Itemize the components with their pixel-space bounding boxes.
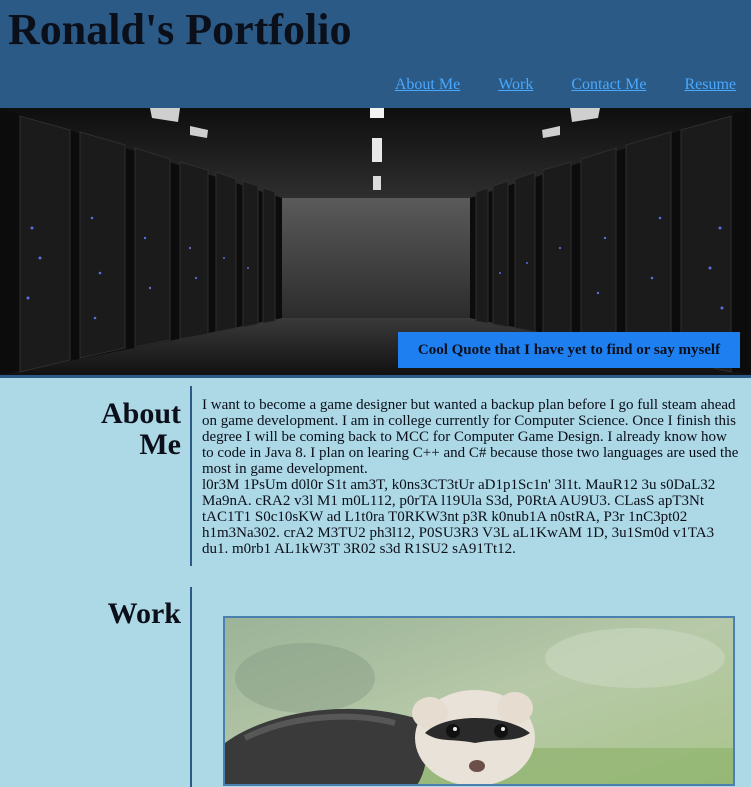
nav-link-work[interactable]: Work — [498, 76, 533, 94]
hero-banner: Cool Quote that I have yet to find or sa… — [0, 108, 751, 378]
work-heading: Work — [107, 597, 181, 630]
about-text: I want to become a game designer but wan… — [202, 397, 742, 557]
ferret-photo — [223, 616, 735, 786]
site-header: Ronald's Portfolio About Me Work Contact… — [0, 0, 751, 108]
about-heading-line2: Me — [139, 428, 181, 461]
site-title: Ronald's Portfolio — [8, 5, 352, 54]
hero-quote: Cool Quote that I have yet to find or sa… — [398, 332, 740, 368]
work-divider — [190, 587, 192, 787]
about-divider — [190, 386, 192, 566]
about-heading-line1: About — [100, 397, 181, 430]
nav-link-contact-me[interactable]: Contact Me — [571, 76, 646, 94]
top-nav: About Me Work Contact Me Resume — [357, 76, 736, 94]
ferret-illustration — [225, 618, 733, 784]
about-filler-text: l0r3M 1PsUm d0l0r S1t am3T, k0ns3CT3tUr … — [202, 477, 716, 557]
about-heading: About Me — [21, 398, 181, 460]
nav-link-resume[interactable]: Resume — [684, 76, 736, 94]
about-paragraph: I want to become a game designer but wan… — [202, 397, 739, 477]
nav-link-about-me[interactable]: About Me — [395, 76, 460, 94]
